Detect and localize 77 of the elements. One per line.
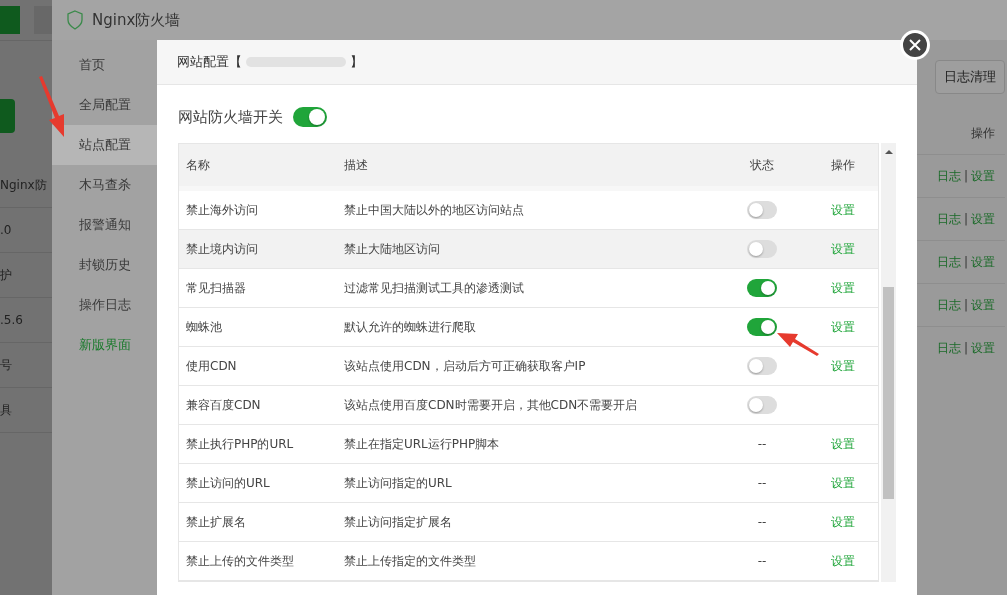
table-cell-text: 禁止扩展名 — [185, 513, 247, 531]
settings-link[interactable]: 设置 — [830, 357, 855, 375]
column-header: 名称 — [185, 156, 211, 174]
toolbar-button[interactable] — [33, 6, 52, 34]
clear-log-button[interactable]: 日志清理 — [935, 60, 1005, 94]
settings-link[interactable]: 设置 — [971, 339, 995, 357]
settings-link[interactable]: 设置 — [830, 201, 855, 219]
log-link[interactable]: 日志 — [936, 167, 961, 185]
settings-link[interactable]: 设置 — [830, 318, 855, 336]
arrow-icon — [776, 330, 820, 357]
firewall-toggle[interactable] — [293, 107, 327, 127]
separator: | — [963, 212, 968, 226]
log-link[interactable]: 日志 — [936, 296, 961, 314]
table-cell-text: 禁止中国大陆以外的地区访问站点 — [343, 201, 525, 219]
log-link[interactable]: 日志 — [936, 253, 961, 271]
status-text: -- — [757, 437, 767, 451]
table-cell-text: 禁止访问指定的URL — [343, 474, 453, 492]
log-link[interactable]: 日志 — [936, 210, 961, 228]
settings-link[interactable]: 设置 — [971, 167, 995, 185]
modal-title: 】 — [350, 53, 363, 71]
column-header: 描述 — [343, 156, 369, 174]
settings-link[interactable]: 设置 — [830, 279, 855, 297]
toolbar-button[interactable] — [0, 6, 20, 34]
status-toggle[interactable] — [747, 318, 777, 336]
scrollbar-thumb[interactable] — [883, 287, 894, 499]
table-cell-text: 使用CDN — [185, 357, 238, 375]
log-link[interactable]: 日志 — [936, 339, 961, 357]
status-toggle[interactable] — [747, 201, 777, 219]
column-header: 操作 — [970, 124, 996, 142]
settings-link[interactable]: 设置 — [830, 240, 855, 258]
table-cell-text: 禁止执行PHP的URL — [185, 435, 295, 453]
table-cell-text: 禁止海外访问 — [185, 201, 259, 219]
table-cell-text: 禁止上传的文件类型 — [185, 552, 295, 570]
nav-item[interactable]: 站点配置 — [52, 125, 157, 165]
settings-link[interactable]: 设置 — [971, 210, 995, 228]
settings-link[interactable]: 设置 — [830, 474, 855, 492]
table-cell-text: 过滤常见扫描测试工具的渗透测试 — [343, 279, 525, 297]
separator: | — [963, 169, 968, 183]
separator: | — [963, 255, 968, 269]
scroll-up-icon[interactable] — [884, 149, 893, 155]
settings-link[interactable]: 设置 — [971, 253, 995, 271]
status-text: -- — [757, 515, 767, 529]
status-toggle[interactable] — [747, 240, 777, 258]
status-text: -- — [757, 476, 767, 490]
separator: | — [963, 341, 968, 355]
table-cell-text: 禁止访问指定扩展名 — [343, 513, 453, 531]
table-cell-text: 禁止大陆地区访问 — [343, 240, 441, 258]
modal-title: 网站配置【 — [177, 53, 242, 71]
table-cell-text: 兼容百度CDN — [185, 396, 262, 414]
page-button[interactable] — [0, 99, 15, 133]
settings-link[interactable]: 设置 — [830, 552, 855, 570]
settings-link[interactable]: 设置 — [971, 296, 995, 314]
table-cell-text: 常见扫描器 — [185, 279, 247, 297]
arrow-icon — [37, 76, 67, 138]
close-icon — [909, 39, 921, 51]
table-cell-text: 禁止境内访问 — [185, 240, 259, 258]
status-toggle[interactable] — [747, 396, 777, 414]
table-cell-text: 该站点使用百度CDN时需要开启，其他CDN不需要开启 — [343, 396, 639, 414]
table-cell-text: 禁止上传指定的文件类型 — [343, 552, 477, 570]
table-row[interactable]: 禁止境内访问 禁止大陆地区访问 设置 — [179, 230, 878, 269]
table-cell-text: 蜘蛛池 — [185, 318, 223, 336]
column-header: 操作 — [829, 156, 856, 174]
settings-link[interactable]: 设置 — [830, 513, 855, 531]
table-cell-text: 该站点使用CDN，启动后方可正确获取客户IP — [343, 357, 587, 375]
status-toggle[interactable] — [747, 357, 777, 375]
shield-icon — [66, 10, 84, 30]
switch-label: 网站防火墙开关 — [178, 107, 283, 127]
scrollbar[interactable] — [881, 143, 896, 582]
column-header: 状态 — [749, 156, 775, 174]
status-toggle[interactable] — [747, 279, 777, 297]
table-cell-text: 默认允许的蜘蛛进行爬取 — [343, 318, 477, 336]
table-cell-text: 禁止在指定URL运行PHP脚本 — [343, 435, 501, 453]
settings-link[interactable]: 设置 — [830, 435, 855, 453]
table-cell-text: 禁止访问的URL — [185, 474, 271, 492]
status-text: -- — [757, 554, 767, 568]
window-title: Nginx防火墙 — [92, 10, 181, 30]
separator: | — [963, 298, 968, 312]
